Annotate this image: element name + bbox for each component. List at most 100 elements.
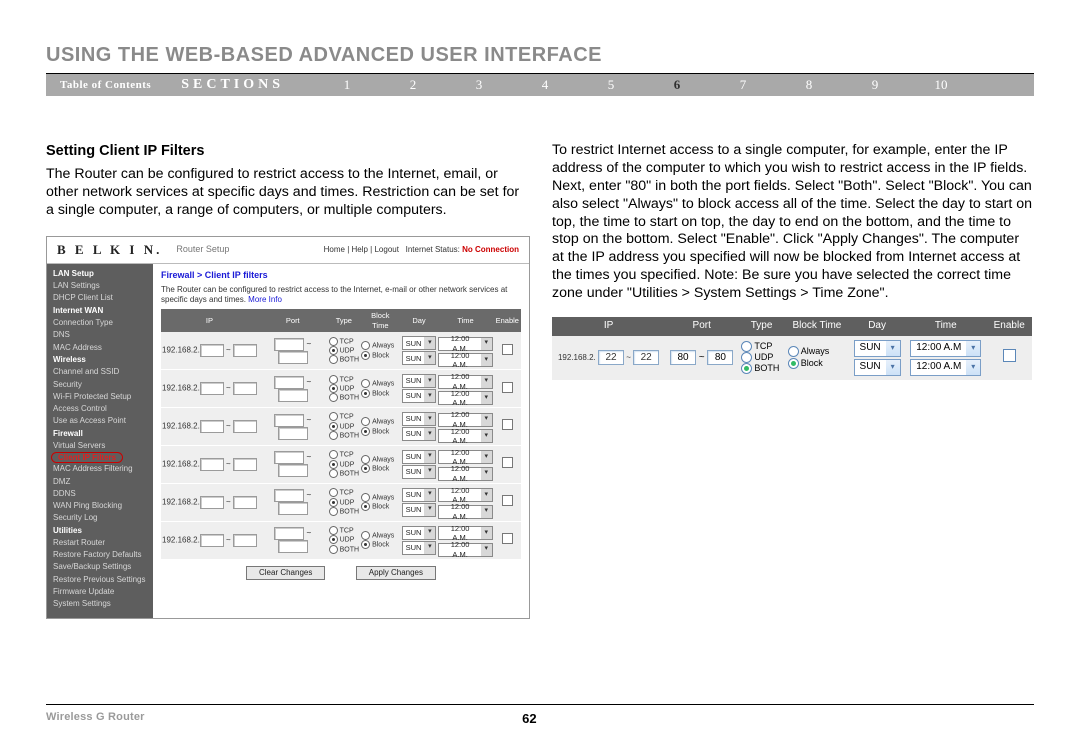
section-4[interactable]: 4 xyxy=(512,77,578,93)
ip-b-input[interactable] xyxy=(233,534,257,547)
sidebar-item[interactable]: Wi-Fi Protected Setup xyxy=(47,390,153,402)
block-radio[interactable] xyxy=(788,358,799,369)
sidebar-item[interactable]: System Settings xyxy=(47,598,153,610)
port-b-input[interactable] xyxy=(278,502,308,515)
udp-radio[interactable] xyxy=(329,460,338,469)
enable-checkbox[interactable] xyxy=(502,457,513,468)
sidebar-item[interactable]: WAN Ping Blocking xyxy=(47,500,153,512)
ip-a-input[interactable] xyxy=(200,458,224,471)
enable-checkbox[interactable] xyxy=(502,382,513,393)
sidebar-item[interactable]: DDNS xyxy=(47,487,153,499)
section-5[interactable]: 5 xyxy=(578,77,644,93)
ip-b-input[interactable] xyxy=(233,382,257,395)
sidebar-item[interactable]: Security Log xyxy=(47,512,153,524)
port-a-input[interactable] xyxy=(274,376,304,389)
tcp-radio[interactable] xyxy=(329,337,338,346)
clear-button[interactable]: Clear Changes xyxy=(246,566,325,580)
day-select[interactable]: SUN▾ xyxy=(854,340,901,357)
day-select-2[interactable]: SUN▾ xyxy=(854,359,901,376)
both-radio[interactable] xyxy=(329,545,338,554)
always-radio[interactable] xyxy=(361,455,370,464)
section-2[interactable]: 2 xyxy=(380,77,446,93)
sidebar-item[interactable]: Restart Router xyxy=(47,537,153,549)
sidebar-item[interactable]: DHCP Client List xyxy=(47,292,153,304)
section-3[interactable]: 3 xyxy=(446,77,512,93)
udp-radio[interactable] xyxy=(329,346,338,355)
section-6[interactable]: 6 xyxy=(644,77,710,93)
block-radio[interactable] xyxy=(361,427,370,436)
block-radio[interactable] xyxy=(361,351,370,360)
ip-b-input[interactable] xyxy=(233,496,257,509)
time-select-2[interactable]: 12:00 A.M.▾ xyxy=(438,391,492,405)
enable-checkbox[interactable] xyxy=(502,533,513,544)
ip-a-input[interactable] xyxy=(200,496,224,509)
day-select-2[interactable]: SUN▾ xyxy=(402,465,437,479)
port-a-input[interactable] xyxy=(274,489,304,502)
time-select-2[interactable]: 12:00 A.M.▾ xyxy=(438,429,492,443)
port-a-input[interactable] xyxy=(274,414,304,427)
sidebar-item[interactable]: DMZ xyxy=(47,475,153,487)
port-a-input[interactable] xyxy=(274,451,304,464)
day-select[interactable]: SUN▾ xyxy=(402,450,437,464)
apply-button[interactable]: Apply Changes xyxy=(356,566,436,580)
sidebar-item[interactable]: Save/Backup Settings xyxy=(47,561,153,573)
time-select-2[interactable]: 12:00 A.M.▾ xyxy=(438,505,492,519)
section-8[interactable]: 8 xyxy=(776,77,842,93)
ip-a-input[interactable] xyxy=(200,534,224,547)
tcp-radio[interactable] xyxy=(741,341,752,352)
time-select-2[interactable]: 12:00 A.M.▾ xyxy=(438,543,492,557)
day-select-2[interactable]: SUN▾ xyxy=(402,389,437,403)
sidebar-item[interactable]: Connection Type xyxy=(47,317,153,329)
time-select[interactable]: 12:00 A.M.▾ xyxy=(438,337,492,351)
both-radio[interactable] xyxy=(741,363,752,374)
section-1[interactable]: 1 xyxy=(314,77,380,93)
both-radio[interactable] xyxy=(329,431,338,440)
both-radio[interactable] xyxy=(329,469,338,478)
tcp-radio[interactable] xyxy=(329,488,338,497)
sidebar-item[interactable]: Restore Previous Settings xyxy=(47,573,153,585)
always-radio[interactable] xyxy=(361,417,370,426)
sidebar-item[interactable]: Access Control xyxy=(47,403,153,415)
day-select[interactable]: SUN▾ xyxy=(402,488,437,502)
udp-radio[interactable] xyxy=(741,352,752,363)
section-10[interactable]: 10 xyxy=(908,77,974,93)
section-9[interactable]: 9 xyxy=(842,77,908,93)
ip-a-input[interactable] xyxy=(200,420,224,433)
section-7[interactable]: 7 xyxy=(710,77,776,93)
time-select-2[interactable]: 12:00 A.M.▾ xyxy=(438,467,492,481)
day-select[interactable]: SUN▾ xyxy=(402,526,437,540)
ip-a-input[interactable] xyxy=(200,344,224,357)
time-select[interactable]: 12:00 A.M.▾ xyxy=(438,413,492,427)
ip-a-input[interactable] xyxy=(200,382,224,395)
day-select[interactable]: SUN▾ xyxy=(402,336,437,350)
sidebar-item[interactable]: LAN Settings xyxy=(47,280,153,292)
port-a-input[interactable] xyxy=(274,338,304,351)
header-links[interactable]: Home | Help | Logout xyxy=(324,245,399,254)
always-radio[interactable] xyxy=(361,341,370,350)
tcp-radio[interactable] xyxy=(329,412,338,421)
udp-radio[interactable] xyxy=(329,498,338,507)
block-radio[interactable] xyxy=(361,502,370,511)
sidebar-item[interactable]: Use as Access Point xyxy=(47,415,153,427)
day-select-2[interactable]: SUN▾ xyxy=(402,541,437,555)
enable-checkbox[interactable] xyxy=(502,419,513,430)
block-radio[interactable] xyxy=(361,389,370,398)
always-radio[interactable] xyxy=(361,493,370,502)
udp-radio[interactable] xyxy=(329,384,338,393)
port-b-input[interactable] xyxy=(278,389,308,402)
enable-checkbox[interactable] xyxy=(502,495,513,506)
sidebar-item[interactable]: Restore Factory Defaults xyxy=(47,549,153,561)
ip-b-input[interactable] xyxy=(233,458,257,471)
port-b-input[interactable] xyxy=(278,464,308,477)
udp-radio[interactable] xyxy=(329,422,338,431)
sidebar-item[interactable]: MAC Address Filtering xyxy=(47,463,153,475)
port-b-input[interactable] xyxy=(278,540,308,553)
time-select-2[interactable]: 12:00 A.M.▾ xyxy=(438,353,492,367)
time-select[interactable]: 12:00 A.M▾ xyxy=(910,340,981,357)
port-b-input[interactable] xyxy=(278,427,308,440)
tcp-radio[interactable] xyxy=(329,375,338,384)
enable-checkbox[interactable] xyxy=(1003,349,1016,362)
ip-b-input[interactable] xyxy=(233,344,257,357)
time-select[interactable]: 12:00 A.M.▾ xyxy=(438,488,492,502)
time-select[interactable]: 12:00 A.M.▾ xyxy=(438,526,492,540)
